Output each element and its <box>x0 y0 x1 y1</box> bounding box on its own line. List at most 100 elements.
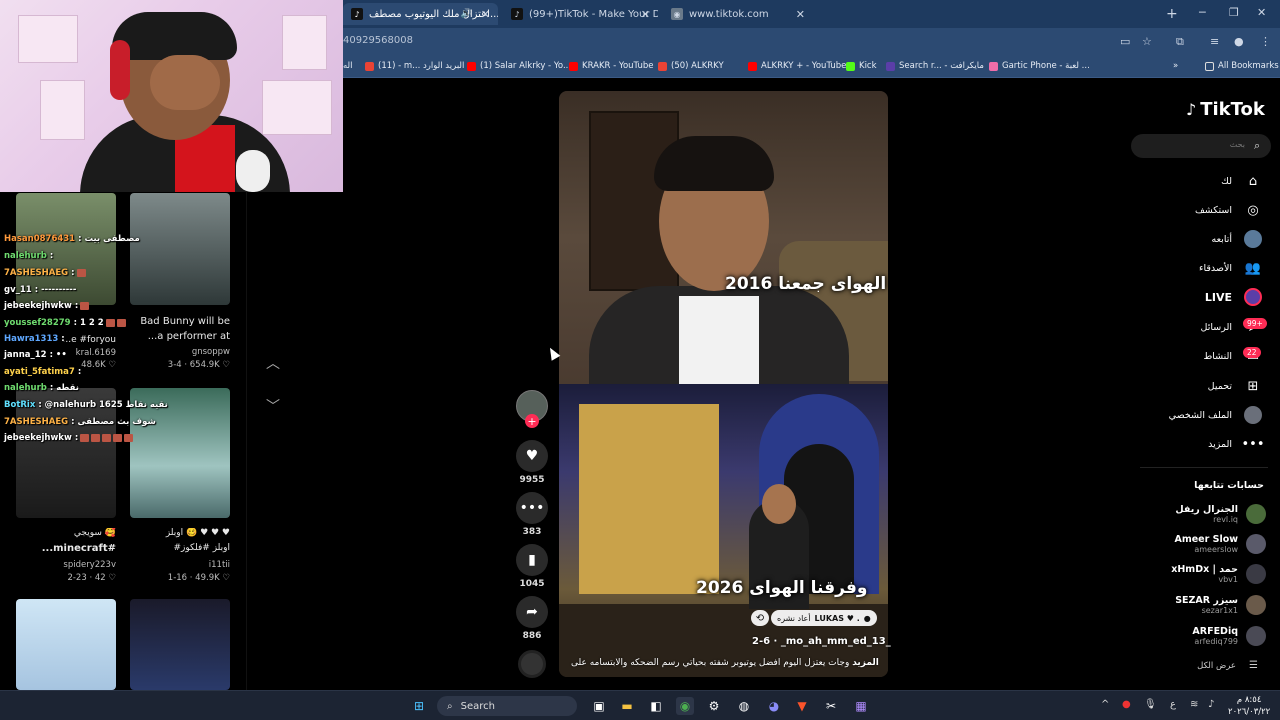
extensions-icon[interactable]: ⧉ <box>1176 35 1184 49</box>
obs-icon[interactable]: ◍ <box>735 697 753 715</box>
bookmark-alkrky[interactable]: (50) ALKRKY <box>658 61 724 71</box>
following-account[interactable]: xHmDx | حمد vbv1 <box>1171 564 1266 584</box>
feed-caption[interactable]: Bad Bunny will be <box>130 316 230 327</box>
list-icon[interactable]: ☰ <box>1249 660 1258 671</box>
bookmark-salar[interactable]: (1) Salar Alkrky - Yo... <box>467 61 571 71</box>
system-clock[interactable]: ٨:٥٤ م ٢٠٢٦/٠٣/٢٢ <box>1228 694 1270 718</box>
language-indicator[interactable]: ع <box>1170 699 1176 710</box>
close-tab-icon[interactable]: ✕ <box>641 8 650 21</box>
app-icon[interactable]: ▦ <box>852 697 870 715</box>
bookmark-star-icon[interactable]: ☆ <box>1142 35 1152 48</box>
task-view-icon[interactable]: ▣ <box>590 697 608 715</box>
minimize-button[interactable]: ─ <box>1199 6 1206 19</box>
bookmark-search[interactable]: Search r... - مايكرافت <box>886 61 984 71</box>
feed-thumbnail[interactable] <box>16 599 116 690</box>
chevron-down-icon[interactable]: ﹀ <box>261 394 285 418</box>
video-author[interactable]: _mo_ah_mm_ed_13_ <box>781 636 891 647</box>
new-tab-button[interactable]: + <box>1166 6 1178 22</box>
url-field[interactable]: 40929568008 <box>343 35 413 46</box>
like-action[interactable]: ♥ 9955 <box>516 440 548 485</box>
save-action[interactable]: ▮ 1045 <box>516 544 548 589</box>
following-account[interactable]: ARFEDiq arfediq799 <box>1192 626 1266 646</box>
nav-explore[interactable]: استكشف ◎ <box>1195 201 1262 219</box>
feed-author[interactable]: spidery223v <box>16 560 116 570</box>
feed-author[interactable]: i11tii <box>130 560 230 570</box>
bookmarks-overflow-icon[interactable]: » <box>1173 61 1178 71</box>
profile-avatar-icon[interactable]: ● <box>1234 35 1244 48</box>
brave-icon[interactable]: ▼ <box>793 697 811 715</box>
close-tab-icon[interactable]: ✕ <box>796 8 805 21</box>
comment-count: 383 <box>522 527 542 537</box>
microphone-icon[interactable]: 🎙 <box>1144 699 1157 710</box>
feed-stats: 3-4 · 654.9K ♡ <box>167 360 230 370</box>
nav-live[interactable]: LIVE <box>1205 288 1262 306</box>
see-all-link[interactable]: عرض الكل <box>1197 661 1236 671</box>
bookmark-apps[interactable]: اله <box>343 61 353 71</box>
capcut-icon[interactable]: ✂ <box>822 697 840 715</box>
bookmark-gartic[interactable]: Gartic Phone - لعبة ... <box>989 61 1090 71</box>
media-icon[interactable]: ≡ <box>1210 35 1219 48</box>
bookmark-icon[interactable]: ▮ <box>516 544 548 576</box>
feed-caption[interactable]: ...a performer at <box>130 331 230 342</box>
store-icon[interactable]: ◧ <box>647 697 665 715</box>
comment-action[interactable]: ••• 383 <box>516 492 548 537</box>
tiktok-logo[interactable]: ♪ TikTok <box>1186 99 1265 120</box>
chat-message: jebeekejhwkw: <box>4 301 90 311</box>
app-icon[interactable]: ⚙ <box>705 697 723 715</box>
close-tab-icon[interactable]: ✕ <box>481 8 490 21</box>
following-account[interactable]: SEZAR سيزر sezar1x1 <box>1175 595 1266 615</box>
feed-thumbnail[interactable] <box>130 193 230 305</box>
feed-caption[interactable]: #اوبلز #فلكوز <box>130 543 231 553</box>
speaker-icon[interactable]: 🔊 <box>461 9 472 19</box>
heart-icon[interactable]: ♥ <box>516 440 548 472</box>
chrome-icon[interactable]: ◉ <box>676 697 694 715</box>
folder-icon <box>1205 61 1214 71</box>
kebab-menu-icon[interactable]: ⋮ <box>1260 35 1271 48</box>
nav-for-you[interactable]: لك ⌂ <box>1221 172 1262 190</box>
search-icon[interactable]: ⌕ <box>1254 139 1260 153</box>
nav-more[interactable]: المزيد ••• <box>1208 435 1264 453</box>
tab-youtube[interactable]: ♪ اعتزال ملك اليوتيوب مصطف... 🔊 ✕ <box>343 3 498 25</box>
music-disc-icon[interactable] <box>518 650 546 678</box>
taskbar-search[interactable]: ⌕ Search <box>437 696 577 716</box>
volume-icon[interactable]: ♪ <box>1208 699 1214 710</box>
nav-upload[interactable]: تحميل ⊞ <box>1208 377 1262 395</box>
discord-icon[interactable]: ◕ <box>765 697 783 715</box>
feed-caption[interactable]: سويجي 🥰 <box>16 528 116 538</box>
tray-overflow-icon[interactable]: ^ <box>1101 699 1109 710</box>
close-window-button[interactable]: ✕ <box>1257 6 1266 19</box>
all-bookmarks[interactable]: All Bookmarks <box>1205 61 1279 71</box>
share-icon[interactable]: ➦ <box>516 596 548 628</box>
bookmark-krakr[interactable]: KRAKR - YouTube <box>569 61 653 71</box>
tiktok-note-icon: ♪ <box>1186 100 1197 119</box>
restore-button[interactable]: ❐ <box>1229 6 1239 19</box>
tray-app-icon[interactable]: ● <box>1122 699 1131 710</box>
feed-caption[interactable]: ...minecraft# <box>16 543 116 554</box>
repost-label: أعاد نشره <box>777 613 811 623</box>
following-account[interactable]: الجنرال ريفل revl.iq <box>1175 504 1266 524</box>
see-more-link[interactable]: المزيد <box>852 658 879 668</box>
cast-icon[interactable]: ▭ <box>1120 35 1130 48</box>
chevron-up-icon[interactable]: ︿ <box>261 351 285 375</box>
tab-tiktok-site[interactable]: ◉ www.tiktok.com ✕ <box>663 3 813 25</box>
file-explorer-icon[interactable]: ▬ <box>618 697 636 715</box>
share-action[interactable]: ➦ 886 <box>516 596 548 641</box>
tab-tiktok[interactable]: ♪ (99+)TikTok - Make Your Day ✕ <box>503 3 658 25</box>
follow-plus-icon[interactable]: + <box>525 414 539 428</box>
feed-thumbnail[interactable] <box>130 599 230 690</box>
compass-icon: ◎ <box>1247 202 1259 218</box>
bookmark-gmail[interactable]: (11) - m... البريد الوارد <box>365 61 464 71</box>
repost-badge[interactable]: أعاد نشره LUKAS ♥ . ● <box>771 610 877 626</box>
bookmark-alkrky-yt[interactable]: ALKRKY + - YouTube <box>748 61 846 71</box>
bookmark-kick[interactable]: Kick <box>846 61 877 71</box>
video-author-row[interactable]: 2-6 · _mo_ah_mm_ed_13_ <box>752 636 891 647</box>
nav-profile[interactable]: الملف الشخصي <box>1169 406 1262 424</box>
nav-friends[interactable]: الأصدقاء 👥 <box>1199 259 1262 277</box>
nav-following[interactable]: أتابعه <box>1212 230 1262 248</box>
windows-start-icon[interactable]: ⊞ <box>410 697 428 715</box>
feed-author[interactable]: gnsoppw <box>130 347 230 357</box>
wifi-icon[interactable]: ≋ <box>1190 699 1198 710</box>
comment-icon[interactable]: ••• <box>516 492 548 524</box>
feed-caption[interactable]: اوبلز 🥴 ♥ ♥ ♥ <box>130 528 230 538</box>
following-account[interactable]: Ameer Slow ameerslow <box>1174 534 1266 554</box>
